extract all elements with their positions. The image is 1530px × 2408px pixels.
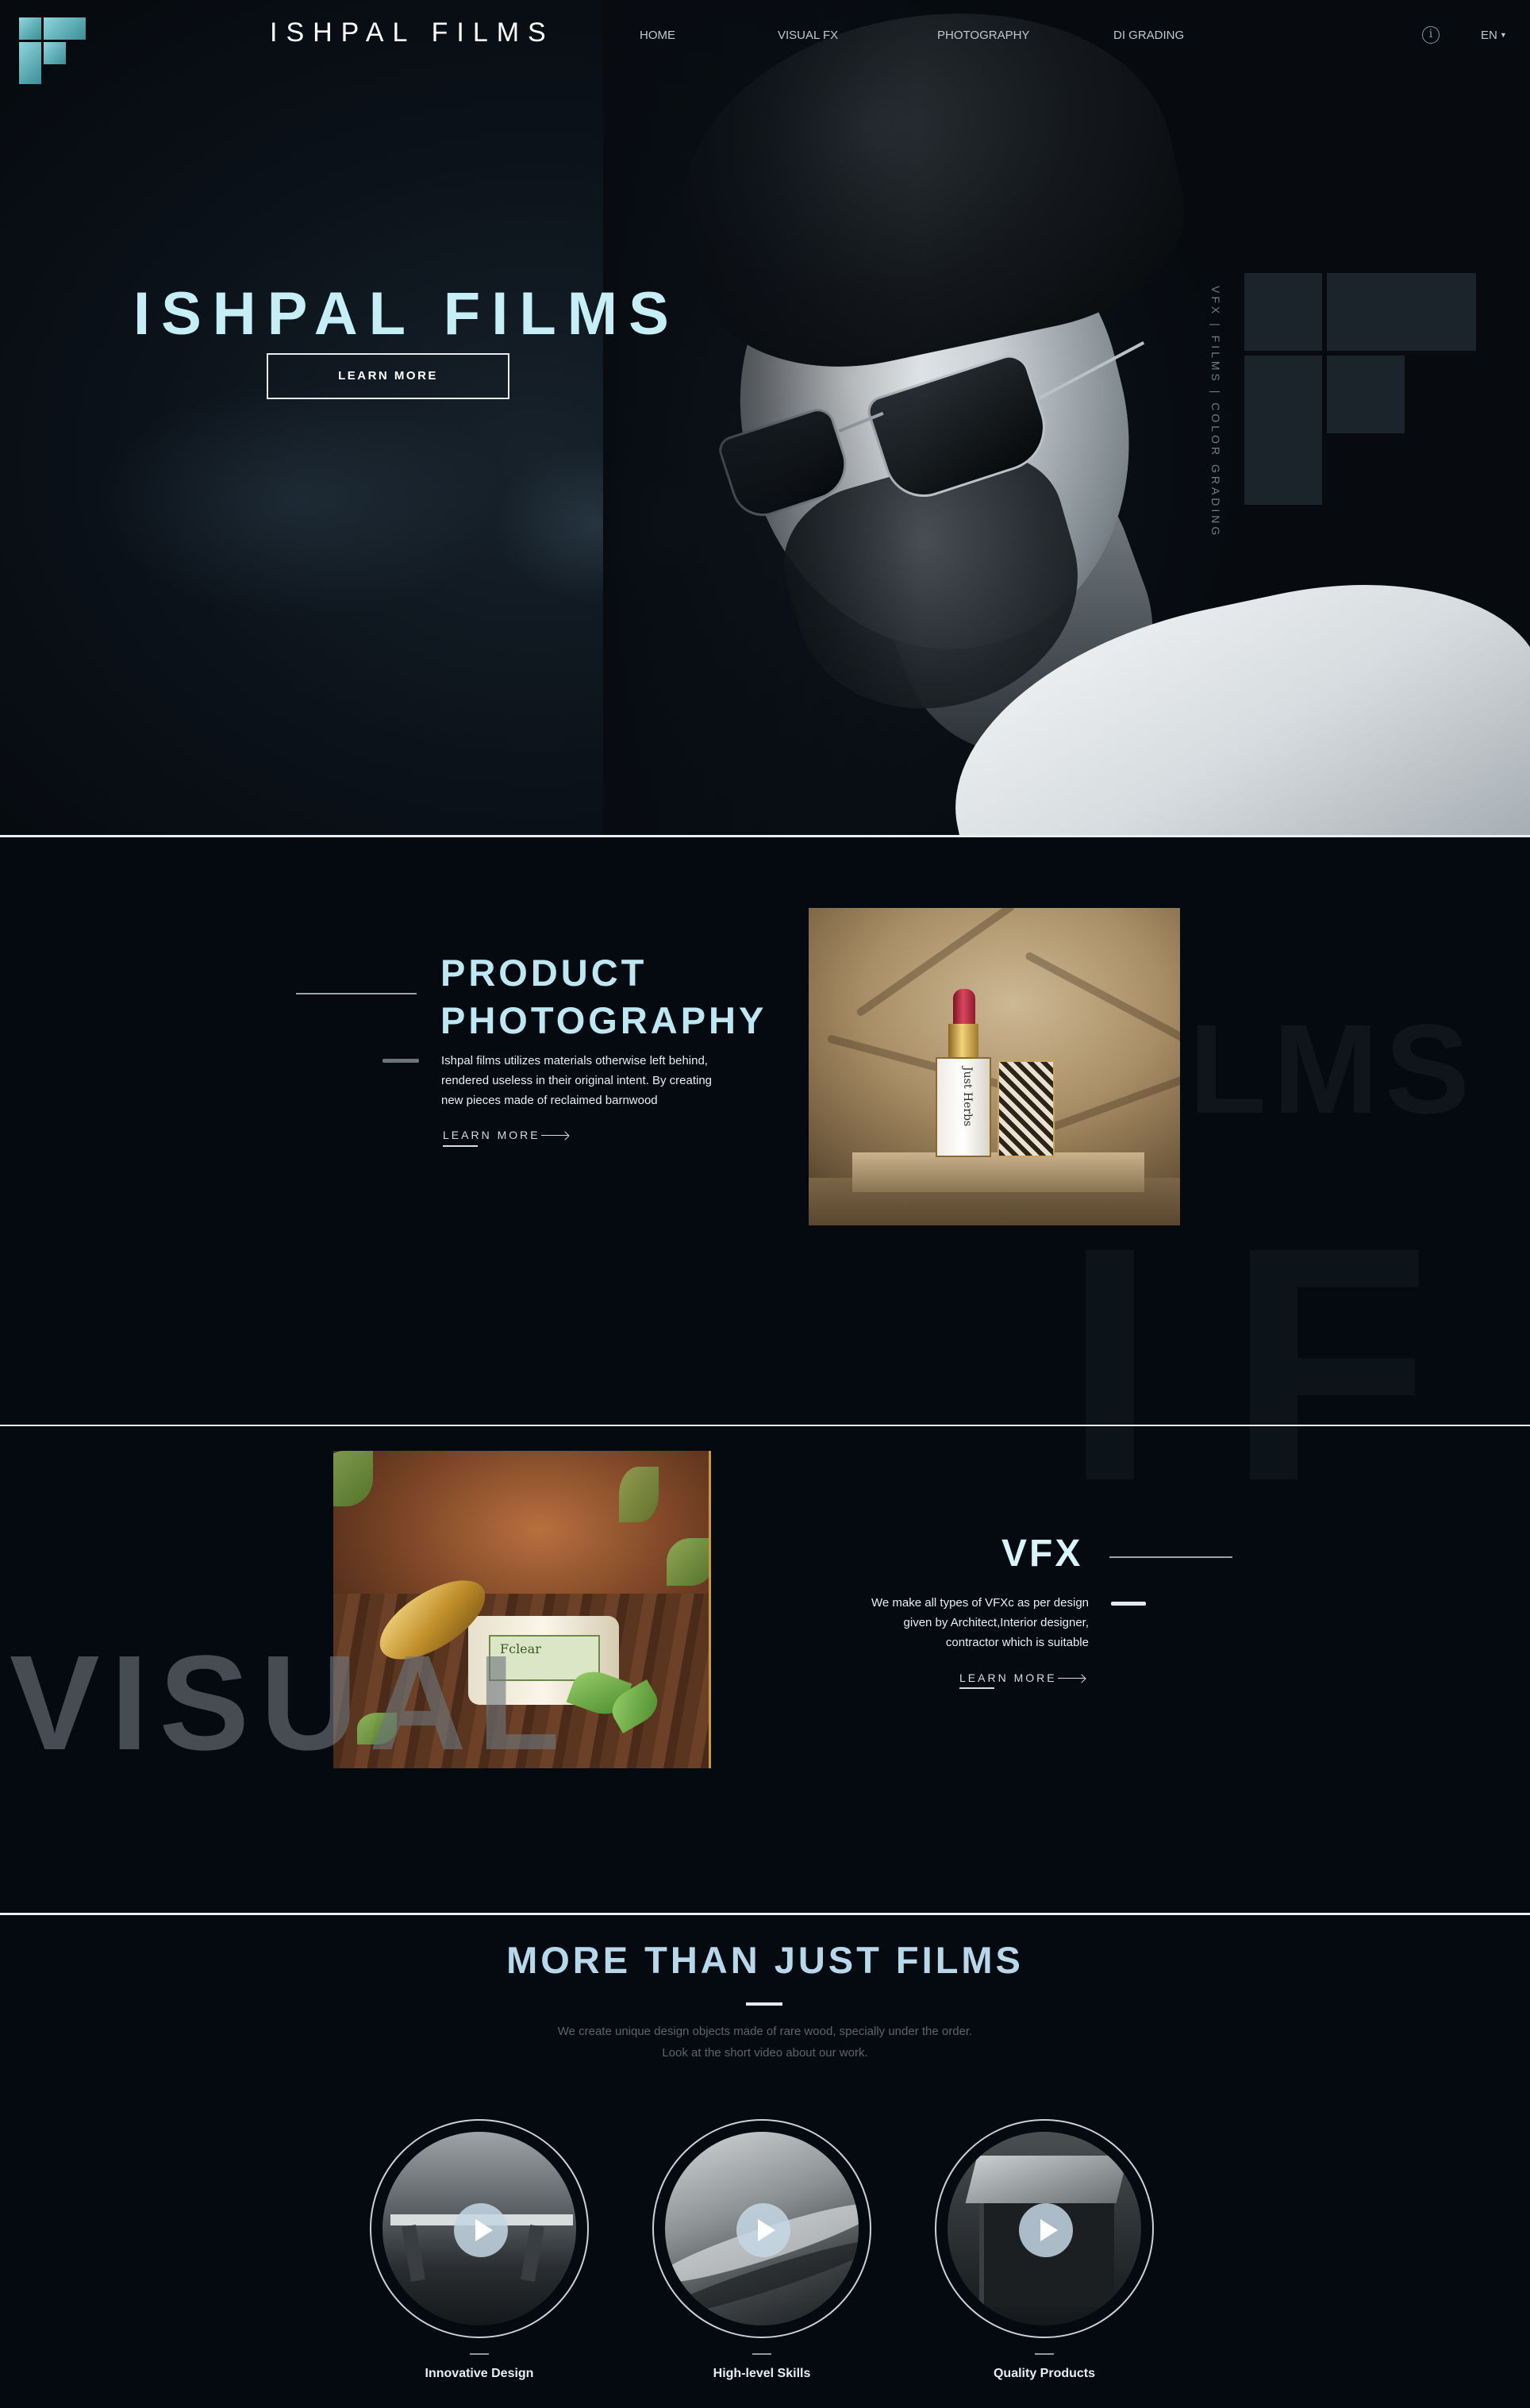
hero-side-text: VFX | FILMS | COLOR GRADING	[1209, 286, 1222, 539]
card-label: High-level Skills	[713, 2367, 811, 2380]
nav-photography[interactable]: PHOTOGRAPHY	[937, 29, 1029, 42]
card-dash	[1035, 2353, 1054, 2355]
play-icon[interactable]	[1019, 2203, 1073, 2257]
arrow-right-icon[interactable]	[1058, 1678, 1085, 1679]
hero-heading: ISHPAL FILMS	[133, 280, 680, 348]
hero-learn-more-button[interactable]: LEARN MORE	[267, 353, 509, 399]
language-label: EN	[1481, 29, 1497, 42]
photography-description: Ishpal films utilizes materials otherwis…	[441, 1054, 713, 1107]
caret-down-icon: ▼	[1499, 31, 1507, 39]
vfx-heading: VFX	[1001, 1533, 1083, 1575]
heading-rule	[296, 993, 417, 994]
vfx-learn-more-link[interactable]: LEARN MORE	[959, 1671, 1057, 1684]
video-card-quality-products[interactable]	[935, 2119, 1154, 2338]
hero-bokeh	[95, 381, 508, 619]
product-box-text: Just Herbs	[961, 1067, 974, 1127]
info-icon[interactable]: i	[1422, 26, 1440, 44]
link-underline	[443, 1145, 478, 1147]
hero-section: VFX | FILMS | COLOR GRADING ISHPAL FILMS…	[0, 0, 1530, 835]
photography-learn-more-link[interactable]: LEARN MORE	[443, 1129, 540, 1141]
arrow-right-icon[interactable]	[541, 1135, 568, 1136]
heading-rule	[1109, 1556, 1232, 1558]
watermark-if: IF	[1063, 1179, 1503, 1551]
portrait-fade	[603, 0, 921, 835]
accent-dash	[1111, 1602, 1146, 1606]
photography-heading: PRODUCT PHOTOGRAPHY	[440, 949, 767, 1044]
play-icon[interactable]	[736, 2203, 790, 2257]
link-underline	[959, 1687, 994, 1689]
card-dash	[752, 2353, 771, 2355]
more-subtitle-line2: Look at the short video about our work.	[662, 2046, 868, 2060]
watermark-visual: VISUAL	[10, 1628, 571, 1779]
brand-title[interactable]: ISHPAL FILMS	[270, 17, 555, 48]
more-subtitle-line1: We create unique design objects made of …	[557, 2025, 973, 2038]
nav-visual-fx[interactable]: VISUAL FX	[778, 29, 838, 42]
section-divider	[0, 1913, 1530, 1915]
photography-heading-line2: PHOTOGRAPHY	[440, 999, 767, 1041]
nav-di-grading[interactable]: DI GRADING	[1113, 29, 1184, 42]
accent-dash	[746, 2002, 782, 2006]
play-icon[interactable]	[454, 2203, 508, 2257]
more-subtitle: We create unique design objects made of …	[0, 2021, 1530, 2064]
section-divider	[0, 1425, 1530, 1426]
ghost-logo-mark	[1244, 273, 1476, 505]
vfx-description: We make all types of VFXc as per design …	[871, 1596, 1089, 1649]
lipstick-product-image: Just Herbs	[809, 908, 1180, 1225]
more-heading: MORE THAN JUST FILMS	[506, 1939, 1024, 1981]
photography-heading-line1: PRODUCT	[440, 952, 648, 994]
card-label: Quality Products	[993, 2367, 1096, 2380]
card-dash	[470, 2353, 489, 2355]
video-card-innovative-design[interactable]	[370, 2119, 589, 2338]
accent-dash	[382, 1059, 419, 1063]
language-selector[interactable]: EN ▼	[1481, 29, 1507, 42]
card-label: Innovative Design	[425, 2367, 534, 2380]
nav-home[interactable]: HOME	[640, 29, 675, 42]
video-card-high-level-skills[interactable]	[652, 2119, 871, 2338]
if-logo-icon[interactable]	[19, 17, 86, 84]
